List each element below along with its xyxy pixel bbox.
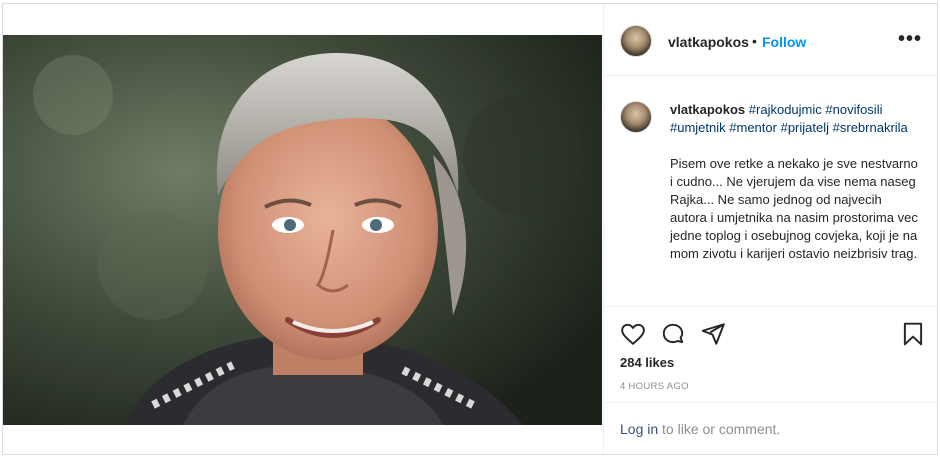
- caption-text: vlatkapokos #rajkodujmic #novifosili #um…: [670, 101, 920, 263]
- login-link[interactable]: Log in: [620, 421, 658, 437]
- post-actions: 284 likes 4 HOURS AGO: [604, 306, 938, 402]
- caption-username[interactable]: vlatkapokos: [670, 102, 745, 117]
- login-prompt-text: to like or comment.: [658, 421, 781, 437]
- send-icon[interactable]: [700, 321, 726, 347]
- follow-button[interactable]: Follow: [762, 34, 806, 50]
- separator-dot: •: [752, 33, 757, 49]
- heart-icon[interactable]: [620, 321, 646, 347]
- hashtag-link[interactable]: #rajkodujmic: [749, 102, 822, 117]
- username-link[interactable]: vlatkapokos: [668, 34, 749, 50]
- post-sidebar: vlatkapokos • Follow ••• vlatkapokos #ra…: [603, 4, 938, 454]
- hashtag-link[interactable]: #prijatelj: [781, 120, 829, 135]
- instagram-post: vlatkapokos • Follow ••• vlatkapokos #ra…: [2, 3, 938, 455]
- post-media: [3, 4, 602, 454]
- caption-body: Pisem ove retke a nekako je sve nestvarn…: [670, 156, 918, 261]
- user-avatar[interactable]: [620, 25, 652, 57]
- bookmark-icon[interactable]: [900, 321, 926, 347]
- comment-icon[interactable]: [660, 321, 686, 347]
- caption-section: vlatkapokos #rajkodujmic #novifosili #um…: [604, 77, 938, 305]
- likes-count[interactable]: 284 likes: [620, 355, 674, 370]
- hashtag-link[interactable]: #mentor: [729, 120, 777, 135]
- hashtag-link[interactable]: #umjetnik: [670, 120, 726, 135]
- caption-avatar[interactable]: [620, 101, 652, 133]
- more-options-icon[interactable]: •••: [898, 28, 922, 51]
- hashtag-link[interactable]: #srebrnakrila: [833, 120, 908, 135]
- portrait-illustration: [3, 35, 602, 425]
- post-photo[interactable]: [3, 35, 602, 425]
- comment-bar: Log in to like or comment.: [604, 402, 938, 454]
- post-timestamp[interactable]: 4 HOURS AGO: [620, 381, 689, 392]
- post-header: vlatkapokos • Follow •••: [604, 4, 938, 76]
- login-prompt: Log in to like or comment.: [620, 421, 780, 437]
- hashtag-link[interactable]: #novifosili: [825, 102, 882, 117]
